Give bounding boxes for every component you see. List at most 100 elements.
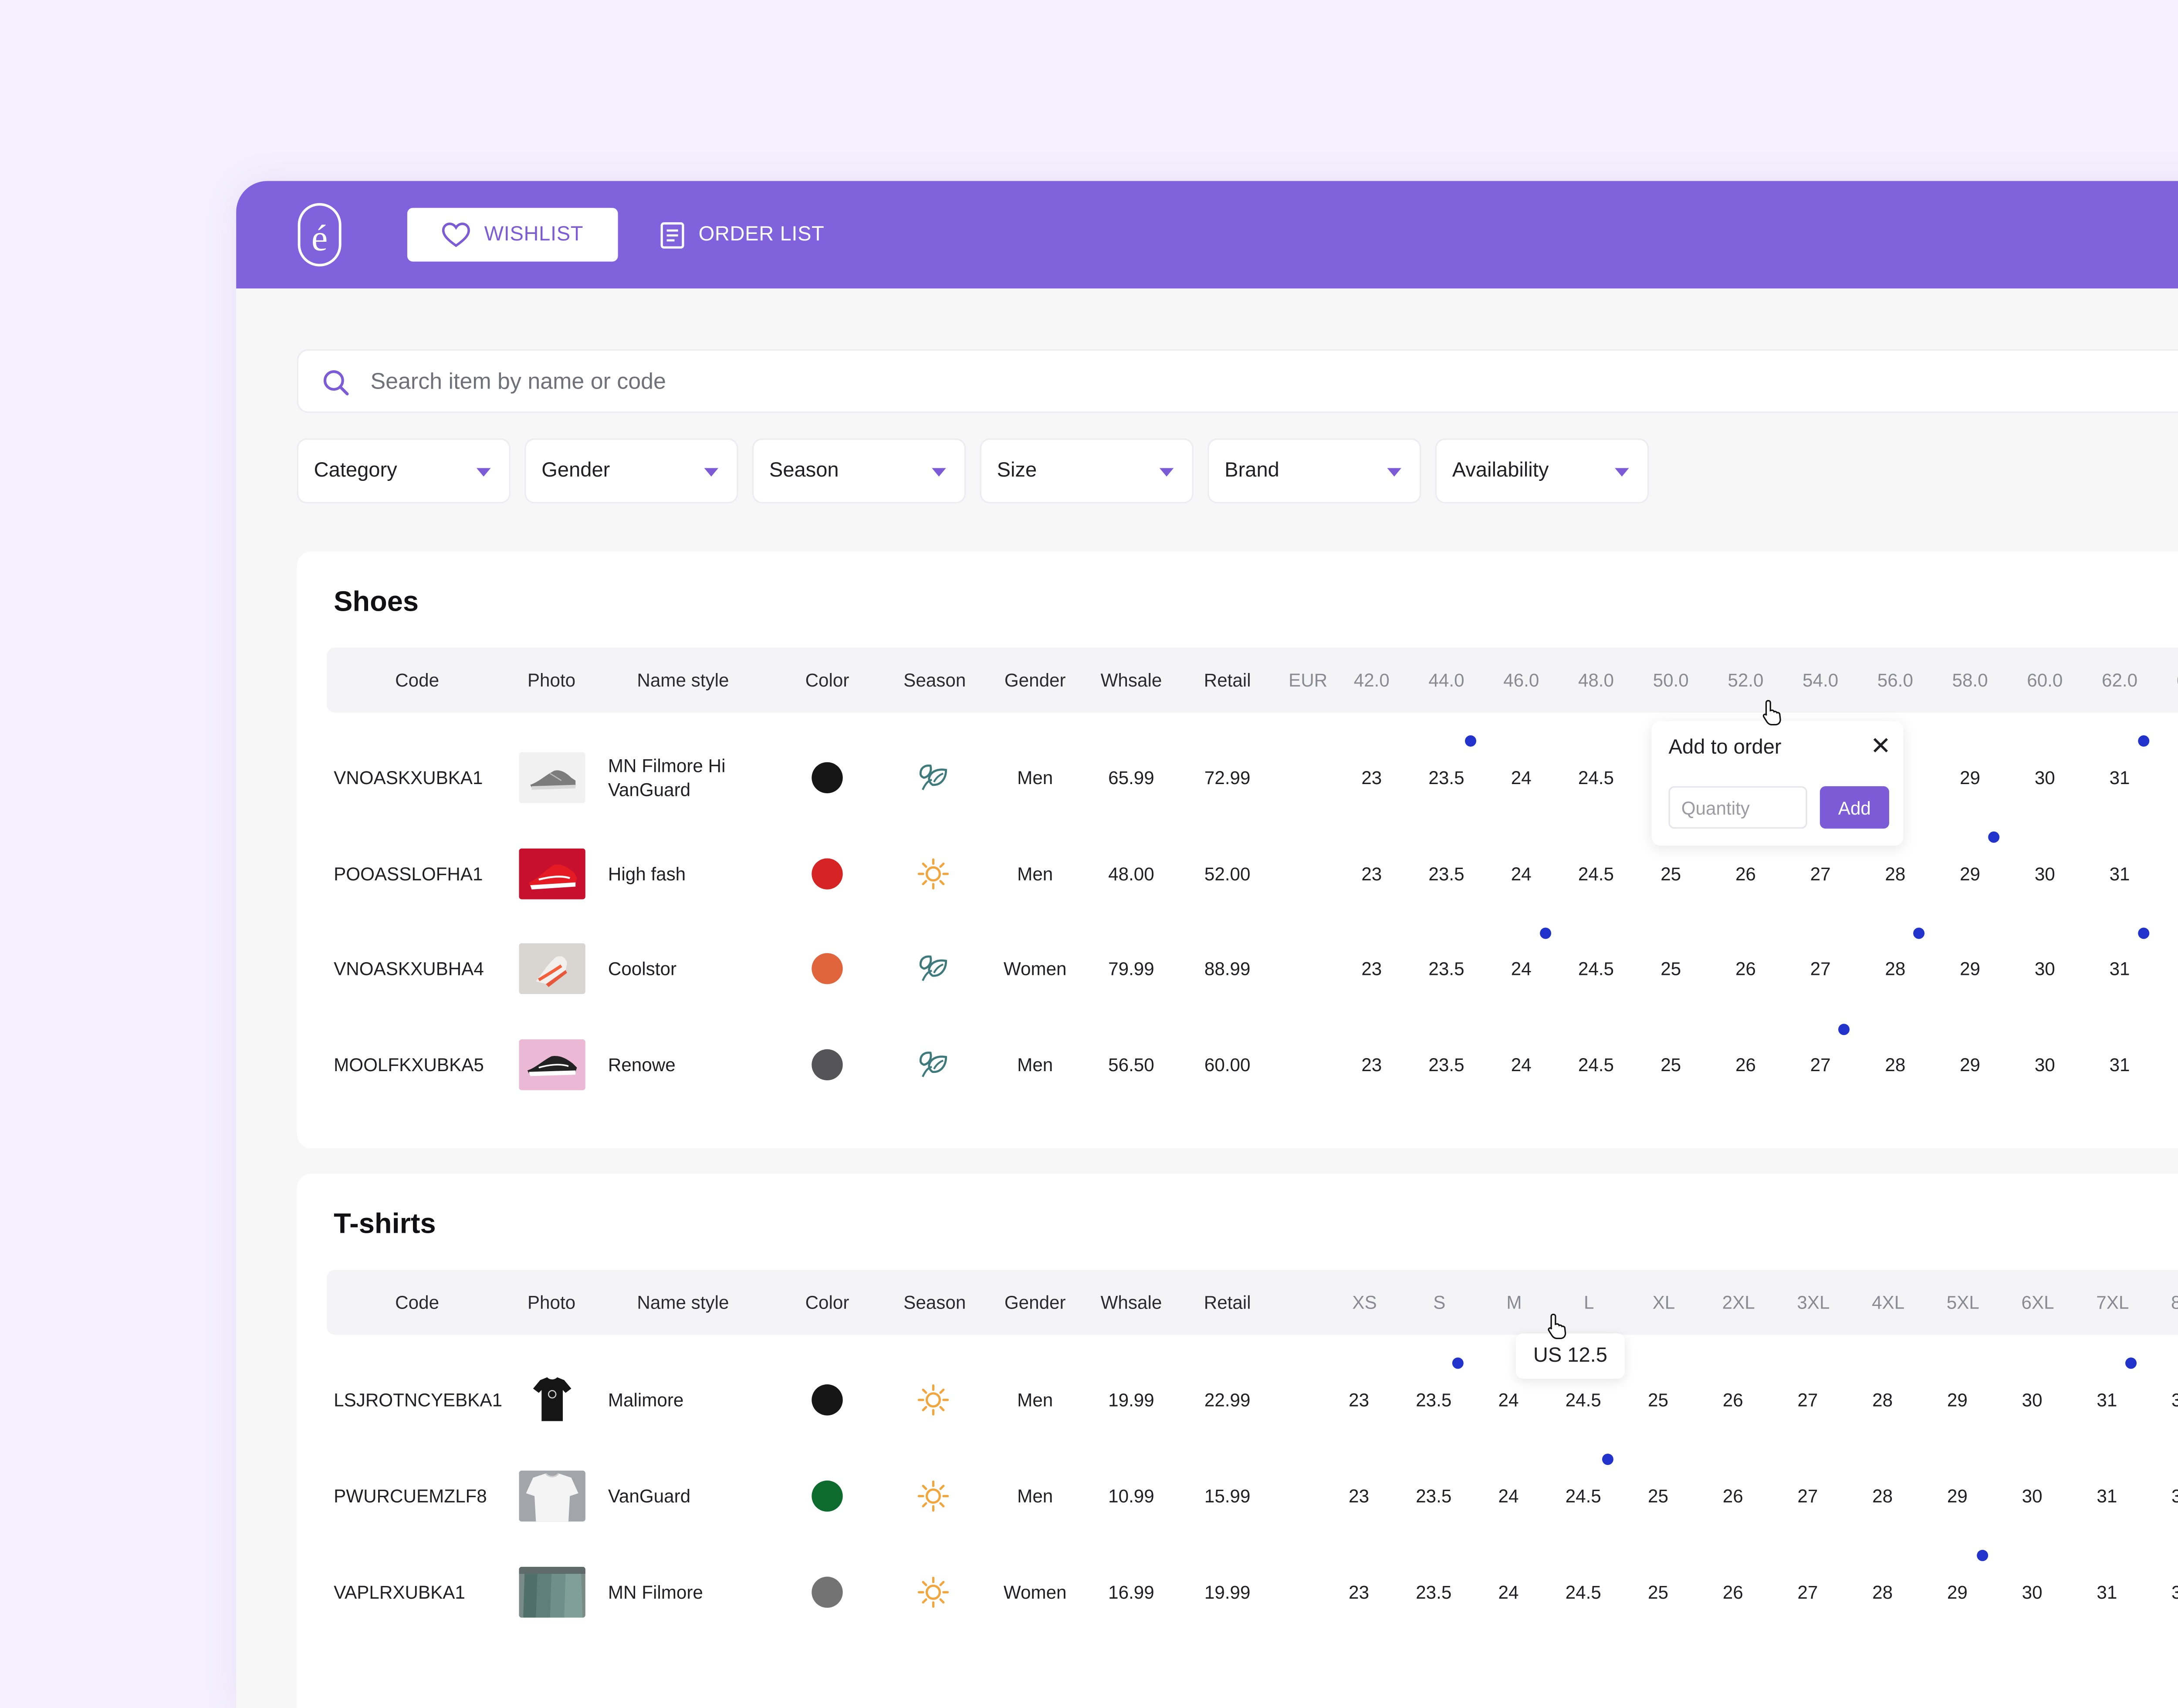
- close-icon[interactable]: [1869, 734, 1892, 757]
- size-quantity-cell[interactable]: 23.5: [1428, 1054, 1464, 1076]
- size-quantity-cell[interactable]: 30: [2035, 1054, 2055, 1076]
- product-photo[interactable]: [519, 943, 585, 994]
- size-quantity-cell[interactable]: 27: [1797, 1582, 1818, 1603]
- product-photo[interactable]: [519, 1566, 585, 1618]
- size-quantity-cell[interactable]: 24: [1511, 958, 1532, 979]
- column-header-code[interactable]: Code: [395, 1292, 439, 1313]
- size-column-header[interactable]: 60.0: [2027, 670, 2063, 691]
- size-quantity-cell[interactable]: 29: [1960, 1054, 1980, 1076]
- size-quantity-cell[interactable]: 24: [1498, 1485, 1519, 1507]
- size-quantity-cell[interactable]: 31: [2110, 767, 2130, 788]
- size-quantity-cell[interactable]: 29: [1947, 1485, 1968, 1507]
- size-column-header[interactable]: 42.0: [1354, 670, 1390, 691]
- add-button[interactable]: Add: [1820, 786, 1889, 829]
- size-quantity-cell[interactable]: 30: [2035, 863, 2055, 885]
- size-quantity-cell[interactable]: 27: [1810, 958, 1831, 979]
- size-quantity-cell[interactable]: 30: [2035, 958, 2055, 979]
- size-column-header[interactable]: 2XL: [1722, 1292, 1755, 1313]
- size-quantity-cell[interactable]: 23: [1361, 863, 1382, 885]
- size-quantity-cell[interactable]: 28: [1885, 863, 1905, 885]
- size-quantity-cell[interactable]: 25: [1661, 1054, 1681, 1076]
- size-quantity-cell[interactable]: 24: [1498, 1582, 1519, 1603]
- column-header-color[interactable]: Color: [805, 1292, 849, 1313]
- size-quantity-cell[interactable]: 25: [1648, 1582, 1668, 1603]
- size-quantity-cell[interactable]: 23: [1361, 958, 1382, 979]
- size-quantity-cell[interactable]: 24.5: [1566, 1389, 1601, 1410]
- column-header-gender[interactable]: Gender: [1004, 670, 1066, 691]
- column-header-whsale[interactable]: Whsale: [1101, 1292, 1162, 1313]
- size-quantity-cell[interactable]: 31: [2097, 1582, 2117, 1603]
- size-quantity-cell[interactable]: 24.5: [1566, 1485, 1601, 1507]
- column-header-gender[interactable]: Gender: [1004, 1292, 1066, 1313]
- size-quantity-cell[interactable]: 24.5: [1578, 958, 1614, 979]
- product-photo[interactable]: [519, 1471, 585, 1522]
- size-quantity-cell[interactable]: 23.5: [1416, 1485, 1451, 1507]
- size-quantity-cell[interactable]: 29: [1960, 767, 1980, 788]
- size-quantity-cell[interactable]: 31: [2110, 863, 2130, 885]
- size-column-header[interactable]: XL: [1653, 1292, 1675, 1313]
- filter-gender-dropdown[interactable]: Gender: [524, 438, 738, 504]
- size-quantity-cell[interactable]: 25: [1648, 1389, 1668, 1410]
- product-photo[interactable]: [519, 1039, 585, 1090]
- filter-availability-dropdown[interactable]: Availability: [1435, 438, 1649, 504]
- size-column-header[interactable]: 52.0: [1728, 670, 1763, 691]
- size-quantity-cell[interactable]: 23.5: [1416, 1389, 1451, 1410]
- size-column-header[interactable]: L: [1584, 1292, 1594, 1313]
- brand-logo[interactable]: é: [297, 202, 342, 267]
- size-quantity-cell[interactable]: 24: [1498, 1389, 1519, 1410]
- product-photo[interactable]: [519, 848, 585, 900]
- size-column-header[interactable]: 54.0: [1803, 670, 1838, 691]
- tab-order-list[interactable]: ORDER LIST: [660, 208, 825, 261]
- size-quantity-cell[interactable]: 25: [1661, 958, 1681, 979]
- size-quantity-cell[interactable]: 25: [1661, 863, 1681, 885]
- column-header-name-style[interactable]: Name style: [637, 670, 729, 691]
- size-quantity-cell[interactable]: 24: [1511, 767, 1532, 788]
- size-quantity-cell[interactable]: 23: [1349, 1582, 1369, 1603]
- size-quantity-cell[interactable]: 26: [1723, 1485, 1743, 1507]
- column-header-season[interactable]: Season: [903, 670, 966, 691]
- size-quantity-cell[interactable]: 26: [1723, 1582, 1743, 1603]
- column-header-whsale[interactable]: Whsale: [1101, 670, 1162, 691]
- size-quantity-cell[interactable]: 23: [1349, 1485, 1369, 1507]
- size-quantity-cell[interactable]: 28: [1885, 1054, 1905, 1076]
- size-quantity-cell[interactable]: 31: [2110, 958, 2130, 979]
- size-quantity-cell[interactable]: 27: [1810, 863, 1831, 885]
- size-column-header[interactable]: 5XL: [1947, 1292, 1979, 1313]
- size-quantity-cell[interactable]: 25: [1648, 1485, 1668, 1507]
- size-quantity-cell[interactable]: 29: [1960, 958, 1980, 979]
- quantity-input[interactable]: [1668, 786, 1807, 829]
- size-column-header[interactable]: 44.0: [1428, 670, 1464, 691]
- size-quantity-cell[interactable]: 27: [1810, 1054, 1831, 1076]
- size-quantity-cell[interactable]: 24: [1511, 1054, 1532, 1076]
- size-quantity-cell[interactable]: 30: [2022, 1485, 2043, 1507]
- column-header-photo[interactable]: Photo: [528, 670, 575, 691]
- size-quantity-cell[interactable]: 24.5: [1566, 1582, 1601, 1603]
- column-header-season[interactable]: Season: [903, 1292, 966, 1313]
- size-column-header[interactable]: S: [1433, 1292, 1445, 1313]
- size-quantity-cell[interactable]: 31: [2097, 1485, 2117, 1507]
- size-quantity-cell[interactable]: 27: [1797, 1485, 1818, 1507]
- size-column-header[interactable]: 7XL: [2096, 1292, 2129, 1313]
- size-quantity-cell[interactable]: 30: [2035, 767, 2055, 788]
- size-quantity-cell[interactable]: 30: [2022, 1582, 2043, 1603]
- size-column-header[interactable]: XS: [1352, 1292, 1376, 1313]
- size-quantity-cell[interactable]: 32: [2171, 1582, 2178, 1603]
- size-quantity-cell[interactable]: 23.5: [1428, 863, 1464, 885]
- size-column-header[interactable]: 6XL: [2022, 1292, 2054, 1313]
- size-quantity-cell[interactable]: 26: [1735, 1054, 1756, 1076]
- size-quantity-cell[interactable]: 23.5: [1428, 958, 1464, 979]
- size-quantity-cell[interactable]: 23.5: [1428, 767, 1464, 788]
- size-quantity-cell[interactable]: 24: [1511, 863, 1532, 885]
- size-column-header[interactable]: 48.0: [1578, 670, 1614, 691]
- product-photo[interactable]: [519, 1374, 585, 1426]
- size-quantity-cell[interactable]: 29: [1947, 1582, 1968, 1603]
- column-header-color[interactable]: Color: [805, 670, 849, 691]
- size-quantity-cell[interactable]: 24.5: [1578, 1054, 1614, 1076]
- size-quantity-cell[interactable]: 30: [2022, 1389, 2043, 1410]
- filter-category-dropdown[interactable]: Category: [297, 438, 511, 504]
- column-header-name-style[interactable]: Name style: [637, 1292, 729, 1313]
- size-quantity-cell[interactable]: 28: [1885, 958, 1905, 979]
- size-column-header[interactable]: 50.0: [1653, 670, 1689, 691]
- filter-size-dropdown[interactable]: Size: [980, 438, 1194, 504]
- filter-season-dropdown[interactable]: Season: [752, 438, 966, 504]
